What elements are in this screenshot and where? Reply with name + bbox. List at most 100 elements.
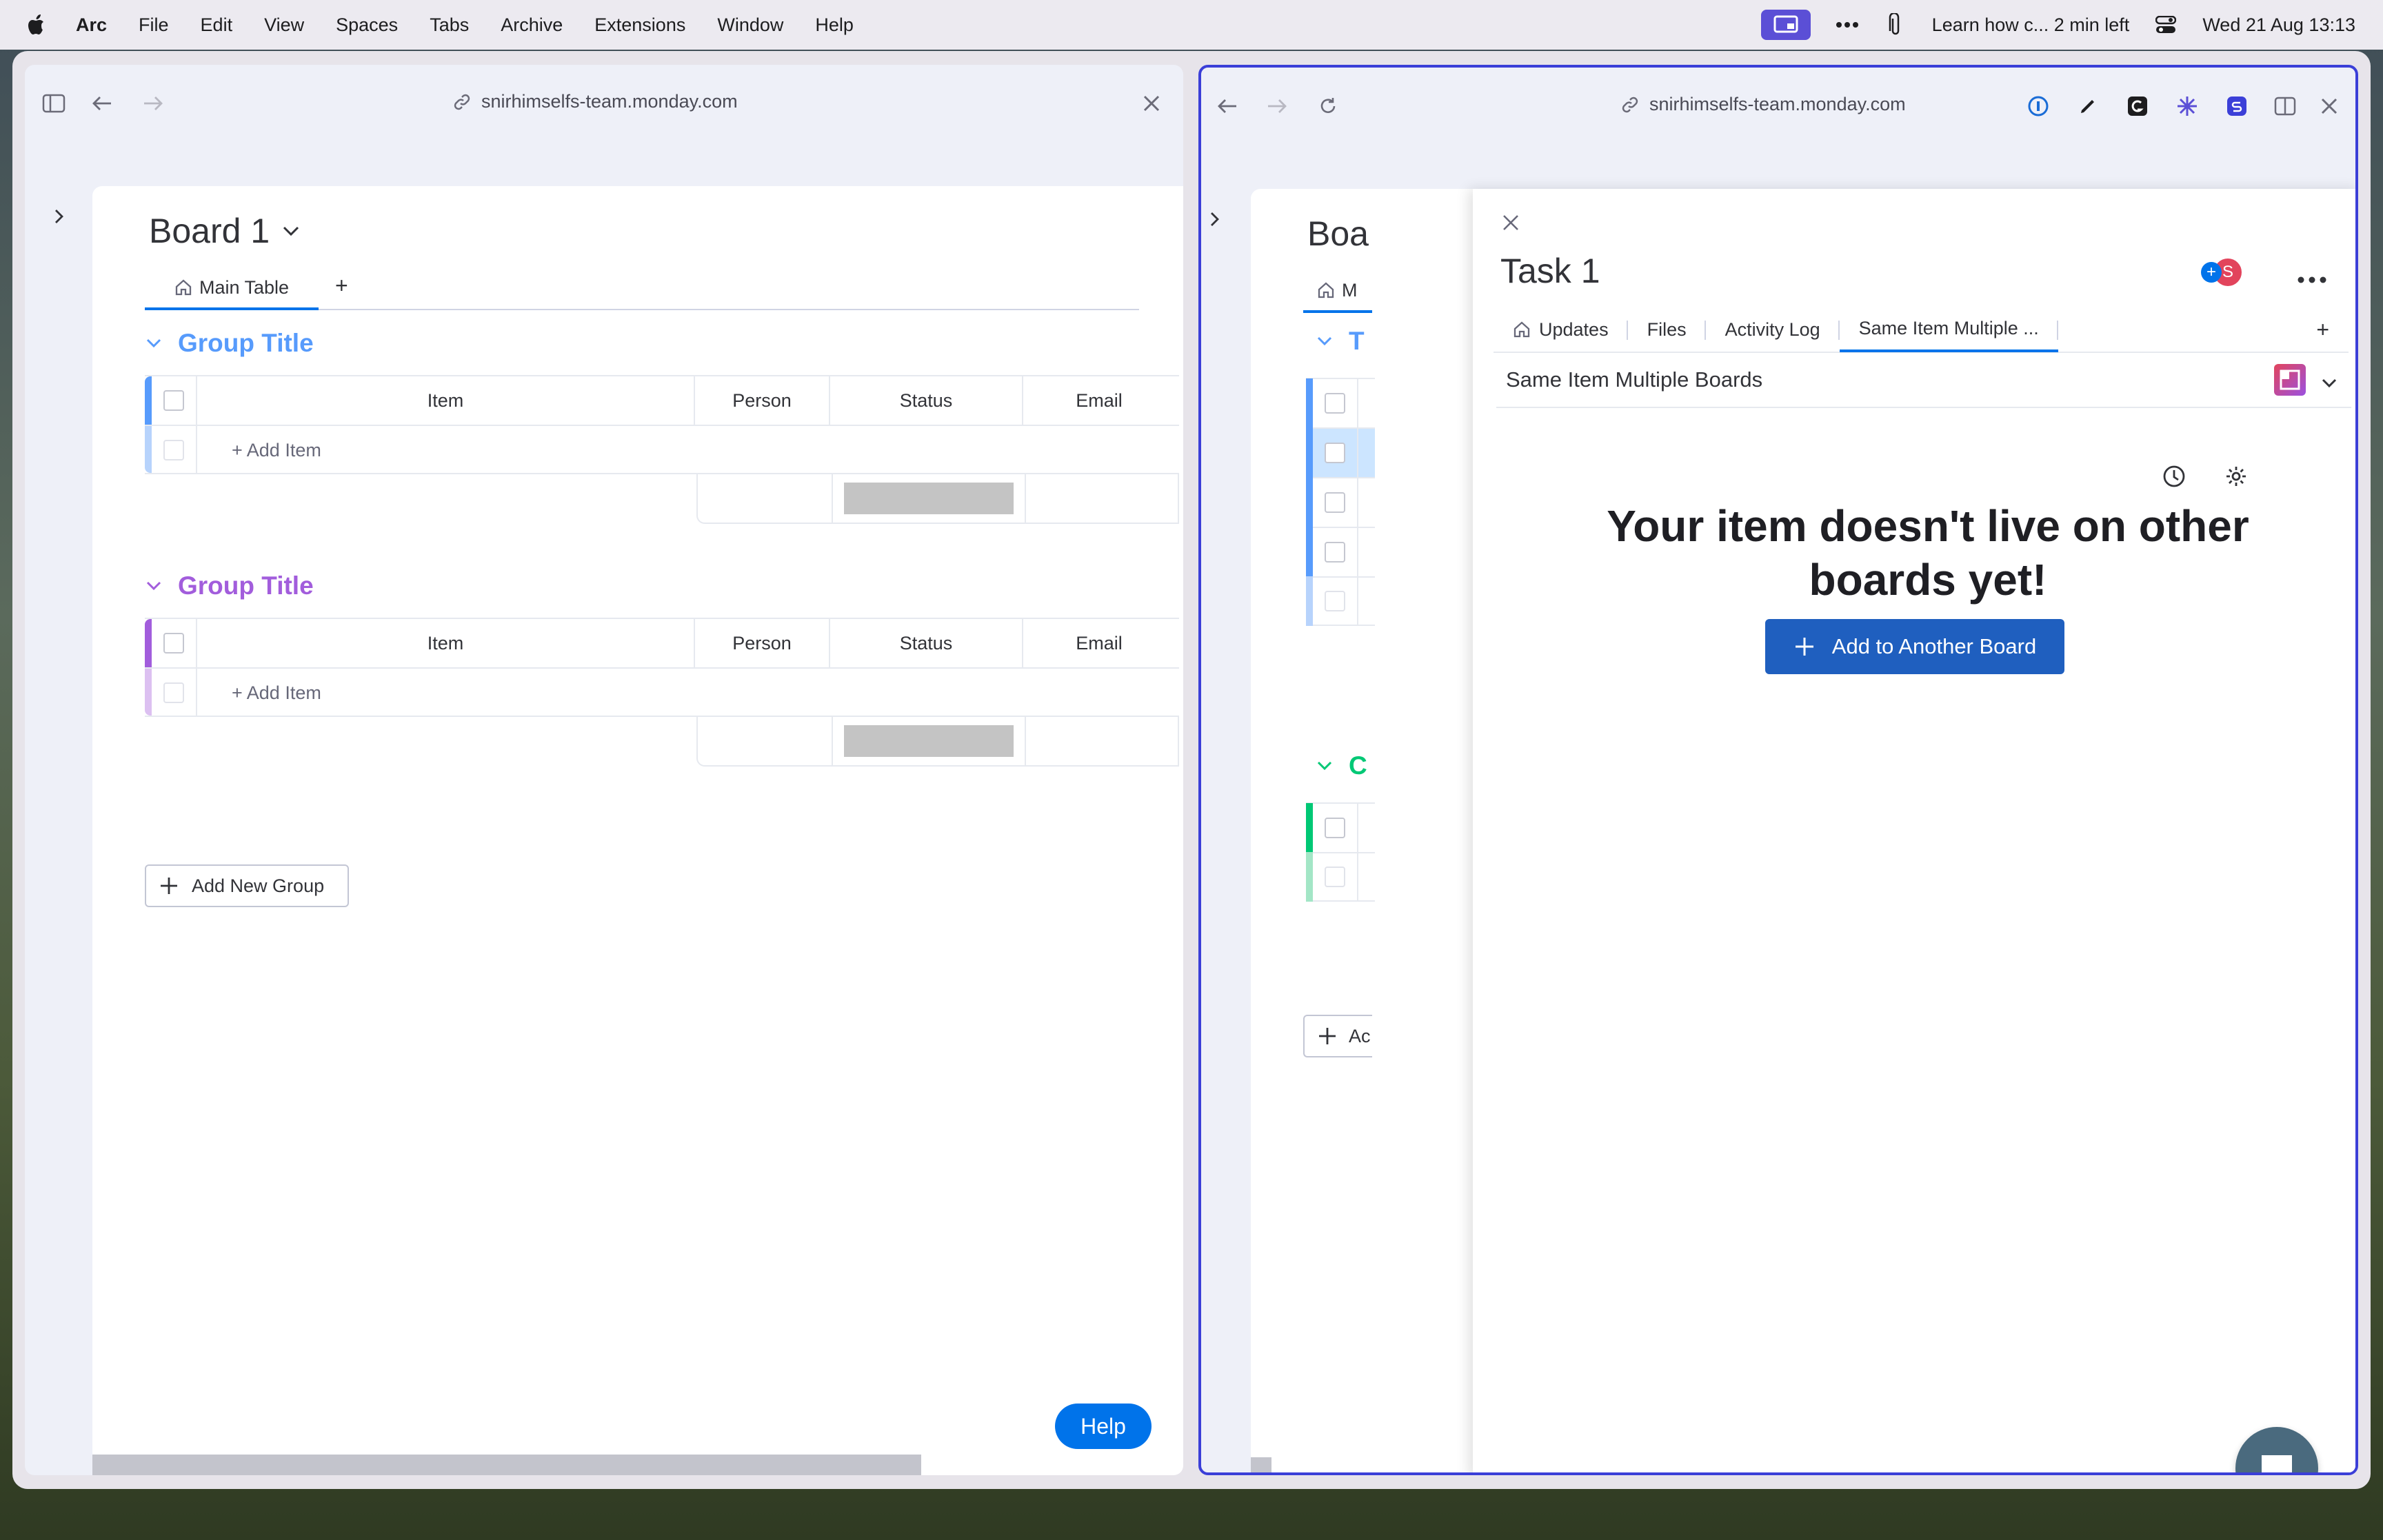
column-header-person[interactable]: Person [695, 376, 830, 425]
item-title[interactable]: Task 1 [1500, 251, 1600, 291]
table-row[interactable] [1306, 802, 1375, 853]
row-checkbox[interactable] [152, 426, 197, 474]
extension-s-icon[interactable] [2223, 92, 2251, 120]
table-row[interactable] [1306, 852, 1375, 902]
select-all-checkbox[interactable] [152, 619, 197, 667]
chevron-down-icon[interactable] [1316, 336, 1334, 347]
expand-sidebar-chevron-icon[interactable] [1201, 205, 1229, 233]
column-header-item[interactable]: Item [197, 376, 695, 425]
menu-spaces[interactable]: Spaces [336, 14, 398, 36]
group-header[interactable]: Group Title [145, 324, 1179, 363]
group-title-partial[interactable]: C [1349, 751, 1367, 780]
menu-app-arc[interactable]: Arc [76, 14, 107, 36]
menu-tabs[interactable]: Tabs [430, 14, 469, 36]
board-title-partial[interactable]: Boa [1307, 214, 1369, 254]
menu-window[interactable]: Window [717, 14, 783, 36]
group-table: Item Person Status Email + Add Item [145, 618, 1179, 767]
tab-same-item-label: Same Item Multiple ... [1858, 317, 2039, 338]
table-row[interactable] [1306, 527, 1375, 577]
more-options-icon[interactable] [2297, 261, 2326, 290]
more-dots-icon[interactable] [1836, 13, 1859, 37]
add-subscriber-icon[interactable]: + [2201, 262, 2222, 283]
tab-same-item-multiple-boards[interactable]: Same Item Multiple ... [1839, 307, 2058, 352]
grammarly-extension-icon[interactable] [2124, 92, 2151, 120]
add-item-input[interactable]: + Add Item [197, 426, 1175, 474]
menu-view[interactable]: View [264, 14, 304, 36]
column-header-status[interactable]: Status [830, 376, 1023, 425]
horizontal-scrollbar[interactable] [92, 1455, 921, 1475]
password-manager-extension-icon[interactable] [2024, 92, 2052, 120]
tab-files[interactable]: Files [1628, 307, 1706, 352]
table-row[interactable] [1306, 576, 1375, 626]
menu-extensions[interactable]: Extensions [594, 14, 685, 36]
chevron-down-icon[interactable] [145, 580, 163, 591]
close-pane-icon[interactable] [1138, 90, 1165, 117]
expand-sidebar-chevron-icon[interactable] [46, 203, 73, 230]
close-pane-icon[interactable] [2315, 92, 2343, 120]
group-title[interactable]: Group Title [178, 571, 314, 600]
column-header-email[interactable]: Email [1023, 376, 1175, 425]
forward-arrow-icon[interactable] [1263, 92, 1291, 120]
add-to-another-board-button[interactable]: Add to Another Board [1765, 619, 2064, 674]
menu-file[interactable]: File [139, 14, 169, 36]
help-button[interactable]: Help [1055, 1404, 1152, 1449]
select-all-checkbox[interactable] [152, 376, 197, 425]
tab-main-table-partial[interactable]: M [1303, 270, 1372, 313]
table-row[interactable] [1306, 477, 1375, 527]
chevron-down-icon[interactable] [282, 225, 300, 236]
chevron-down-icon[interactable] [145, 338, 163, 349]
reload-icon[interactable] [1314, 92, 1342, 120]
chevron-down-icon[interactable] [1316, 760, 1334, 771]
app-logo-icon[interactable] [2274, 364, 2306, 396]
home-icon [1514, 321, 1530, 338]
menu-help[interactable]: Help [815, 14, 854, 36]
group-title-partial[interactable]: T [1349, 327, 1365, 356]
clock[interactable]: Wed 21 Aug 13:13 [2202, 14, 2355, 36]
add-view-button[interactable]: + [335, 273, 348, 298]
right-url[interactable]: snirhimselfs-team.monday.com [1620, 94, 1906, 115]
column-header-person[interactable]: Person [695, 619, 830, 667]
now-playing-text[interactable]: Learn how c... 2 min left [1932, 14, 2130, 36]
sparkle-extension-icon[interactable] [2173, 92, 2201, 120]
add-tab-button[interactable]: + [2316, 317, 2329, 343]
add-item-input[interactable]: + Add Item [197, 669, 1175, 717]
sidebar-toggle-icon[interactable] [40, 90, 68, 117]
horizontal-scrollbar[interactable] [1251, 1457, 1271, 1472]
tab-updates[interactable]: Updates [1494, 307, 1628, 352]
table-row[interactable] [1306, 378, 1375, 428]
paperclip-icon[interactable] [1884, 13, 1907, 37]
split-view-icon[interactable] [2271, 92, 2299, 120]
close-panel-icon[interactable] [1500, 212, 1525, 237]
screen-share-icon[interactable] [1760, 10, 1811, 40]
group-header-partial[interactable]: C [1316, 751, 1367, 780]
table-row[interactable] [1306, 427, 1375, 478]
group-header[interactable]: Group Title [145, 567, 1179, 605]
pen-extension-icon[interactable] [2074, 92, 2102, 120]
left-url[interactable]: snirhimselfs-team.monday.com [452, 91, 738, 112]
chevron-down-icon[interactable] [2321, 369, 2337, 394]
row-checkbox[interactable] [152, 669, 197, 717]
group-header-partial[interactable]: T [1316, 327, 1365, 356]
add-new-group-button[interactable]: Add New Group [145, 864, 349, 907]
tab-activity-log[interactable]: Activity Log [1706, 307, 1840, 352]
board-view-tabs: Main Table + [145, 267, 1139, 310]
column-header-item[interactable]: Item [197, 619, 695, 667]
subscribers[interactable]: + S [2201, 256, 2244, 288]
history-clock-icon[interactable] [2162, 465, 2186, 492]
apple-menu-icon[interactable] [26, 12, 48, 37]
summary-row [696, 474, 1179, 524]
menu-archive[interactable]: Archive [501, 14, 563, 36]
column-header-status[interactable]: Status [830, 619, 1023, 667]
control-center-icon[interactable] [2154, 13, 2178, 37]
back-arrow-icon[interactable] [88, 90, 116, 117]
add-new-group-button-partial[interactable]: Ac [1303, 1015, 1372, 1057]
chat-support-icon[interactable] [2235, 1427, 2318, 1472]
settings-gear-icon[interactable] [2224, 465, 2248, 492]
back-arrow-icon[interactable] [1214, 92, 1241, 120]
forward-arrow-icon[interactable] [139, 90, 167, 117]
tab-main-table[interactable]: Main Table [145, 267, 319, 310]
column-header-email[interactable]: Email [1023, 619, 1175, 667]
menu-edit[interactable]: Edit [201, 14, 233, 36]
board-title[interactable]: Board 1 [149, 211, 300, 251]
group-title[interactable]: Group Title [178, 329, 314, 358]
